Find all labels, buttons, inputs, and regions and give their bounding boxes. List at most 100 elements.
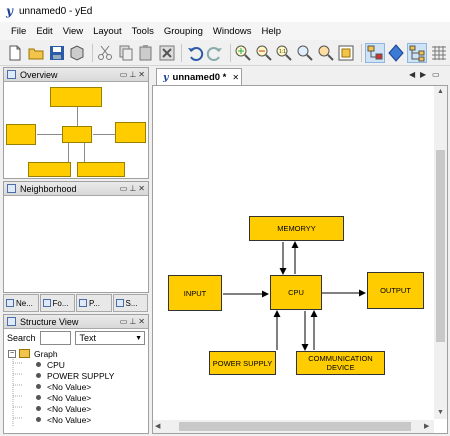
pin-icon[interactable]: ⊥ <box>129 317 136 326</box>
tab-right-icon[interactable]: ▶ <box>420 70 426 79</box>
tree-item[interactable]: POWER SUPPLY <box>36 370 114 381</box>
tree-item[interactable]: <No Value> <box>36 414 91 425</box>
close-icon[interactable]: ✕ <box>138 184 145 193</box>
graph-canvas[interactable]: MEMORYY INPUT CPU OUTPUT POWER SUPPLY CO… <box>152 85 448 434</box>
restore-icon[interactable]: ▭ <box>120 317 128 326</box>
menu-edit[interactable]: Edit <box>31 26 57 37</box>
scroll-up-icon[interactable]: ▲ <box>437 88 444 95</box>
node-bullet-icon <box>36 395 41 400</box>
tree-item[interactable]: <No Value> <box>36 392 91 403</box>
tab-folding[interactable]: Fo... <box>39 294 75 312</box>
menu-bar: File Edit View Layout Tools Grouping Win… <box>0 22 450 40</box>
pin-icon[interactable]: ⊥ <box>129 70 136 79</box>
tab-properties[interactable]: P... <box>76 294 112 312</box>
toolbar-separator <box>181 43 183 62</box>
search-type-select[interactable]: Text ▼ <box>75 331 145 345</box>
redo-icon[interactable] <box>206 43 225 63</box>
toolbar-separator <box>229 43 231 62</box>
menu-view[interactable]: View <box>58 26 88 37</box>
node-bullet-icon <box>36 362 41 367</box>
restore-icon[interactable]: ▭ <box>120 184 128 193</box>
panel-icon <box>7 70 16 79</box>
zoom-in-icon[interactable] <box>234 43 253 63</box>
scroll-down-icon[interactable]: ▼ <box>437 409 444 416</box>
delete-icon[interactable] <box>158 43 177 63</box>
zoom-fit-icon[interactable]: 1:1 <box>275 43 294 63</box>
title-bar: y unnamed0 - yEd <box>0 0 450 22</box>
menu-grouping[interactable]: Grouping <box>159 26 208 37</box>
close-icon[interactable]: ✕ <box>138 317 145 326</box>
toolbar-separator <box>91 43 93 62</box>
grid-icon[interactable] <box>429 43 448 63</box>
tree-item[interactable]: <No Value> <box>36 403 91 414</box>
collapse-icon[interactable]: − <box>8 349 16 358</box>
scroll-right-icon[interactable]: ▶ <box>424 422 429 430</box>
menu-windows[interactable]: Windows <box>208 26 257 37</box>
node-communication-device[interactable]: COMMUNICATION DEVICE <box>296 351 385 375</box>
tree-item[interactable]: <No Value> <box>36 381 91 392</box>
menu-layout[interactable]: Layout <box>88 26 127 37</box>
panel-icon <box>7 184 16 193</box>
node-bullet-icon <box>36 373 41 378</box>
vertical-scrollbar[interactable]: ▲ ▼ <box>434 86 447 419</box>
edit-mode-icon[interactable] <box>364 42 385 63</box>
pin-icon[interactable]: ⊥ <box>129 184 136 193</box>
copy-icon[interactable] <box>116 43 135 63</box>
overview-title: Overview <box>20 69 58 80</box>
menu-tools[interactable]: Tools <box>127 26 159 37</box>
tab-unnamed0[interactable]: y unnamed0 * ✕ <box>156 68 242 85</box>
horizontal-scrollbar[interactable]: ◀ ▶ <box>153 420 434 433</box>
yed-app-icon: y <box>6 4 13 18</box>
structure-tree: − Graph CPU POWER SUPPLY <No Value> <No … <box>4 347 148 431</box>
tab-snippets[interactable]: S... <box>112 294 148 312</box>
zoom-selection-icon[interactable] <box>316 43 335 63</box>
tab-icon <box>42 299 51 307</box>
zoom-out-icon[interactable] <box>254 43 273 63</box>
node-output[interactable]: OUTPUT <box>367 272 424 309</box>
structure-panel: Structure View ▭ ⊥ ✕ Search Text ▼ − Graph … <box>3 314 149 434</box>
tab-neighborhood[interactable]: Ne... <box>3 294 39 312</box>
svg-text:1:1: 1:1 <box>279 49 286 55</box>
node-cpu[interactable]: CPU <box>270 275 322 310</box>
overview-edge <box>37 134 63 135</box>
toolbar: 1:1 <box>0 40 450 66</box>
tree-item[interactable]: CPU <box>36 359 65 370</box>
window-title: unnamed0 - yEd <box>18 5 93 17</box>
overview-node <box>50 87 102 107</box>
layout-icon[interactable] <box>407 42 428 63</box>
undo-icon[interactable] <box>185 43 204 63</box>
cut-icon[interactable] <box>96 43 115 63</box>
scroll-left-icon[interactable]: ◀ <box>155 422 160 430</box>
menu-help[interactable]: Help <box>256 26 286 37</box>
menu-file[interactable]: File <box>6 26 31 37</box>
folder-icon <box>19 349 30 358</box>
tree-root[interactable]: − Graph <box>8 348 58 359</box>
close-tab-icon[interactable]: ✕ <box>232 73 239 82</box>
node-memory[interactable]: MEMORYY <box>249 216 344 241</box>
new-icon[interactable] <box>6 43 25 63</box>
doc-tab-label: unnamed0 * <box>172 71 227 83</box>
open-icon[interactable] <box>27 43 46 63</box>
overview-header: Overview ▭ ⊥ ✕ <box>4 68 148 82</box>
fit-content-icon[interactable] <box>337 43 356 63</box>
overview-canvas[interactable] <box>4 82 148 178</box>
horizontal-scroll-thumb[interactable] <box>179 422 411 431</box>
yed-doc-icon: y <box>163 71 169 83</box>
save-icon[interactable] <box>47 43 66 63</box>
search-row: Search Text ▼ <box>4 329 148 347</box>
save-as-icon[interactable] <box>68 43 87 63</box>
node-power-supply[interactable]: POWER SUPPLY <box>209 351 276 375</box>
restore-icon[interactable]: ▭ <box>120 70 128 79</box>
zoom-icon[interactable] <box>296 43 315 63</box>
close-icon[interactable]: ✕ <box>138 70 145 79</box>
chevron-down-icon: ▼ <box>135 334 142 342</box>
paste-icon[interactable] <box>137 43 156 63</box>
tab-list-icon[interactable]: ▭ <box>432 70 440 79</box>
tab-left-icon[interactable]: ◀ <box>409 70 415 79</box>
node-input[interactable]: INPUT <box>168 275 222 311</box>
search-label: Search <box>7 333 36 343</box>
search-input[interactable] <box>39 331 72 345</box>
graph-edges <box>223 241 366 351</box>
vertical-scroll-thumb[interactable] <box>436 150 445 342</box>
navigation-mode-icon[interactable] <box>387 43 406 63</box>
